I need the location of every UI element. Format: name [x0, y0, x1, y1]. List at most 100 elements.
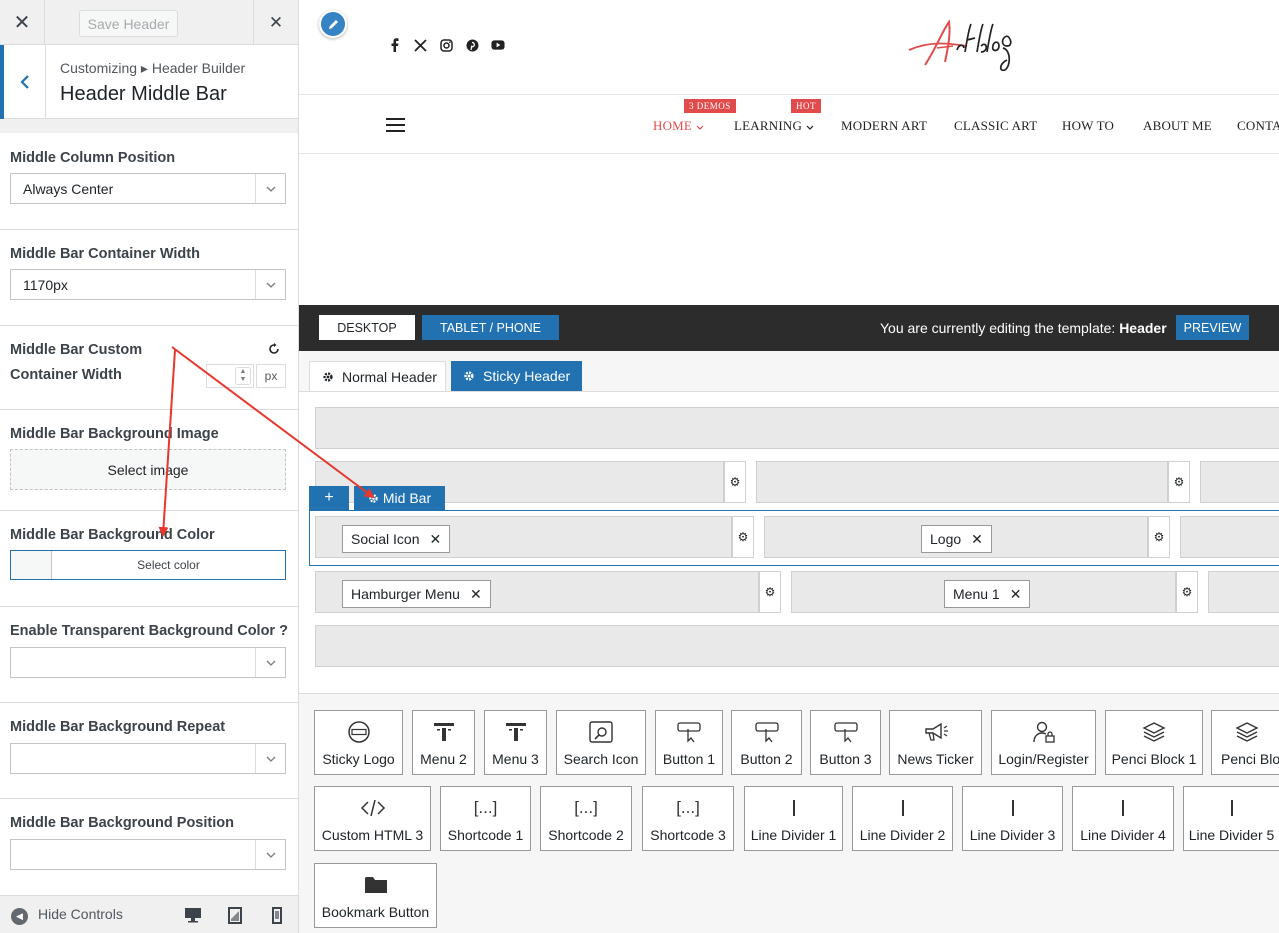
- palette-label: Line Divider 3: [969, 827, 1056, 843]
- gear-icon[interactable]: ⚙: [1176, 571, 1198, 613]
- palette-label: Penci Block: [1221, 751, 1279, 767]
- close-customizer-button[interactable]: ✕: [0, 0, 45, 45]
- header-top-center-slot[interactable]: [756, 461, 1168, 503]
- gear-icon[interactable]: ⚙: [1168, 461, 1190, 503]
- palette-button-3[interactable]: Button 3: [810, 710, 881, 775]
- normal-header-label: Normal Header: [342, 368, 437, 385]
- youtube-icon[interactable]: [491, 38, 505, 52]
- column-position-select[interactable]: Always Center: [10, 173, 286, 204]
- palette-line-divider-5[interactable]: Line Divider 5: [1183, 786, 1279, 851]
- palette-custom-html-3[interactable]: Custom HTML 3: [314, 786, 431, 851]
- save-header-button[interactable]: Save Header: [79, 10, 178, 37]
- tab-sticky-header[interactable]: Sticky Header: [451, 361, 582, 391]
- palette-penci-block-1[interactable]: Penci Block 1: [1105, 710, 1203, 775]
- bg-position-select[interactable]: [10, 839, 286, 870]
- site-logo[interactable]: Artblog: [907, 10, 1047, 80]
- back-button[interactable]: [0, 45, 46, 119]
- chevron-down-icon: [255, 270, 285, 299]
- nav-item-learning[interactable]: LEARNING: [734, 118, 814, 134]
- header-top-right-slot[interactable]: [1200, 461, 1279, 503]
- palette-label: Sticky Logo: [322, 751, 395, 767]
- nav-item-modern-art[interactable]: MODERN ART: [841, 118, 927, 134]
- logo-chip[interactable]: Logo ✕: [921, 525, 992, 553]
- bottombar-slot[interactable]: [315, 625, 1279, 667]
- palette-button-1[interactable]: Button 1: [655, 710, 723, 775]
- transparent-select[interactable]: [10, 647, 286, 678]
- close-icon[interactable]: ✕: [971, 531, 983, 548]
- gear-icon[interactable]: ⚙: [732, 516, 754, 558]
- social-icon-chip[interactable]: Social Icon ✕: [342, 525, 451, 553]
- palette-login-register[interactable]: Login/Register: [991, 710, 1096, 775]
- number-spinner[interactable]: ▲ ▼: [235, 367, 251, 385]
- gear-icon[interactable]: ⚙: [759, 571, 781, 613]
- select-color-button[interactable]: Select color: [10, 550, 286, 580]
- palette-penci-block[interactable]: Penci Block: [1211, 710, 1279, 775]
- hamburger-menu-icon[interactable]: [386, 118, 405, 132]
- dismiss-button[interactable]: ✕: [253, 0, 298, 45]
- mid-left-slot[interactable]: Social Icon ✕: [315, 516, 732, 558]
- palette-line-divider-2[interactable]: Line Divider 2: [852, 786, 953, 851]
- nav-item-how-to[interactable]: HOW TO: [1062, 118, 1114, 134]
- x-twitter-icon[interactable]: [413, 38, 427, 52]
- reset-icon[interactable]: [268, 342, 280, 359]
- menu-1-chip[interactable]: Menu 1 ✕: [944, 580, 1031, 608]
- pinterest-icon[interactable]: [465, 38, 479, 52]
- mid-bar-settings-button[interactable]: Mid Bar: [354, 486, 445, 510]
- hide-controls-button[interactable]: Hide Controls: [38, 906, 123, 922]
- palette-label: Menu 3: [492, 751, 539, 767]
- tablet-icon[interactable]: [225, 905, 245, 925]
- instagram-icon[interactable]: [439, 38, 453, 52]
- sidebar-footer: ◀ Hide Controls: [0, 895, 298, 933]
- bottom-left-slot[interactable]: Hamburger Menu ✕: [315, 571, 759, 613]
- gear-icon[interactable]: ⚙: [724, 461, 746, 503]
- desktop-tab[interactable]: DESKTOP: [319, 315, 415, 340]
- gear-icon[interactable]: ⚙: [1148, 516, 1170, 558]
- mid-right-slot[interactable]: [1180, 516, 1279, 558]
- container-width-select[interactable]: 1170px: [10, 269, 286, 300]
- palette-label: Custom HTML 3: [321, 827, 424, 843]
- desktop-icon[interactable]: [183, 905, 203, 925]
- mid-center-slot[interactable]: Logo ✕: [764, 516, 1148, 558]
- select-image-button[interactable]: Select image: [10, 449, 286, 490]
- close-icon[interactable]: ✕: [1010, 586, 1022, 603]
- palette-label: Button 3: [819, 751, 872, 767]
- mid-bar-add-button[interactable]: +: [309, 486, 349, 510]
- mobile-icon[interactable]: [267, 905, 287, 925]
- palette-button-2[interactable]: Button 2: [731, 710, 802, 775]
- nav-item-about-me[interactable]: ABOUT ME: [1143, 118, 1212, 134]
- builder-toolbar: DESKTOP TABLET / PHONE You are currently…: [299, 305, 1279, 351]
- palette-label: Line Divider 2: [859, 827, 946, 843]
- nav-item-home[interactable]: HOME: [653, 118, 704, 134]
- bg-position-label: Middle Bar Background Position: [10, 815, 234, 831]
- nav-item-contact[interactable]: CONTA: [1237, 118, 1279, 134]
- close-icon[interactable]: ✕: [470, 586, 482, 603]
- edit-shortcut-pencil-icon[interactable]: [319, 10, 347, 38]
- close-icon[interactable]: ✕: [429, 531, 441, 548]
- palette-sticky-logo[interactable]: Sticky Logo: [314, 710, 403, 775]
- bottom-center-slot[interactable]: Menu 1 ✕: [791, 571, 1176, 613]
- palette-menu-2[interactable]: Menu 2: [412, 710, 475, 775]
- hamburger-menu-chip[interactable]: Hamburger Menu ✕: [342, 580, 491, 608]
- topbar-slot[interactable]: [315, 407, 1279, 449]
- bg-repeat-select[interactable]: [10, 743, 286, 774]
- palette-label: Shortcode 1: [447, 827, 524, 843]
- palette-bookmark-button[interactable]: Bookmark Button: [314, 863, 437, 928]
- palette-search-icon[interactable]: Search Icon: [556, 710, 646, 775]
- palette-line-divider-4[interactable]: Line Divider 4: [1072, 786, 1174, 851]
- bottom-right-slot[interactable]: [1208, 571, 1279, 613]
- tablet-phone-tab[interactable]: TABLET / PHONE: [422, 315, 559, 340]
- custom-width-input[interactable]: ▲ ▼: [206, 364, 254, 388]
- palette-line-divider-1[interactable]: Line Divider 1: [744, 786, 843, 851]
- palette-news-ticker[interactable]: News Ticker: [889, 710, 982, 775]
- palette-shortcode-3[interactable]: [...] Shortcode 3: [642, 786, 734, 851]
- tab-normal-header[interactable]: Normal Header: [309, 361, 446, 391]
- preview-button[interactable]: PREVIEW: [1176, 315, 1249, 340]
- palette-line-divider-3[interactable]: Line Divider 3: [962, 786, 1063, 851]
- palette-shortcode-2[interactable]: [...] Shortcode 2: [540, 786, 632, 851]
- nav-item-classic-art[interactable]: CLASSIC ART: [954, 118, 1037, 134]
- palette-label: Line Divider 1: [750, 827, 837, 843]
- collapse-icon[interactable]: ◀: [11, 908, 28, 925]
- palette-shortcode-1[interactable]: [...] Shortcode 1: [440, 786, 531, 851]
- palette-menu-3[interactable]: Menu 3: [484, 710, 547, 775]
- facebook-icon[interactable]: [387, 38, 401, 52]
